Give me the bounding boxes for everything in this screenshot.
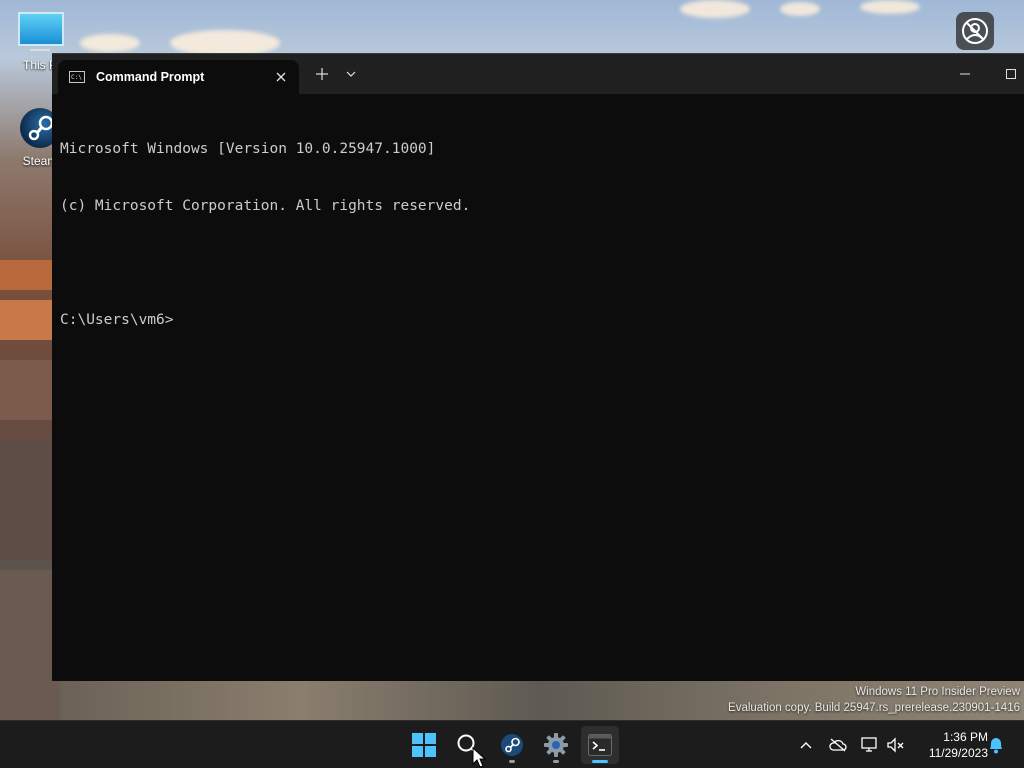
taskbar-app-steam[interactable] [493, 726, 531, 764]
chevron-down-icon [346, 71, 356, 77]
watermark-build: Evaluation copy. Build 25947.rs_prerelea… [728, 702, 1020, 714]
this-pc-icon [18, 12, 64, 56]
cloud-off-icon [829, 738, 847, 752]
windows-logo-icon [412, 733, 436, 757]
tab-close-button[interactable] [271, 67, 291, 87]
canyon-decoration [0, 360, 60, 420]
running-indicator [509, 760, 515, 763]
cloud-decoration [680, 0, 750, 18]
canyon-decoration [0, 440, 60, 560]
tab-command-prompt[interactable]: C:\ Command Prompt [58, 60, 299, 94]
show-hidden-icons-button[interactable] [796, 735, 816, 755]
taskbar-app-terminal[interactable] [581, 726, 619, 764]
gear-icon [544, 733, 568, 757]
canyon-decoration [0, 300, 60, 340]
chevron-up-icon [800, 742, 812, 749]
console-prompt: C:\Users\vm6> [60, 312, 174, 328]
volume-muted-icon [887, 737, 904, 753]
bell-icon [990, 738, 1002, 754]
camera-off-icon [962, 18, 988, 44]
mouse-cursor-icon [472, 747, 486, 768]
console-output[interactable]: Microsoft Windows [Version 10.0.25947.10… [60, 102, 1010, 672]
watermark-edition: Windows 11 Pro Insider Preview [855, 686, 1020, 698]
canyon-decoration [0, 570, 60, 720]
cmd-icon: C:\ [69, 71, 85, 83]
cloud-decoration [860, 0, 920, 14]
network-tray-button[interactable] [860, 735, 880, 755]
notifications-button[interactable] [986, 735, 1006, 755]
minimize-icon [960, 73, 970, 75]
running-indicator [553, 760, 559, 763]
terminal-icon [588, 734, 612, 756]
active-indicator [592, 760, 608, 763]
tab-title: Command Prompt [96, 70, 205, 84]
taskbar-app-settings[interactable] [537, 726, 575, 764]
plus-icon [316, 68, 328, 80]
canyon-decoration [0, 260, 60, 290]
start-button[interactable] [405, 726, 443, 764]
onedrive-tray-button[interactable] [828, 735, 848, 755]
close-icon [276, 72, 286, 82]
console-line: Microsoft Windows [Version 10.0.25947.10… [60, 141, 436, 157]
taskbar-clock[interactable]: 1:36 PM 11/29/2023 [912, 729, 988, 761]
network-icon [861, 737, 877, 752]
cloud-decoration [80, 34, 140, 52]
widgets-button[interactable] [956, 12, 994, 50]
cloud-decoration [780, 2, 820, 16]
minimize-button[interactable] [952, 62, 978, 86]
tab-dropdown-button[interactable] [341, 63, 361, 85]
clock-time: 1:36 PM [943, 730, 988, 744]
new-tab-button[interactable] [311, 63, 333, 85]
steam-icon [501, 734, 523, 756]
taskbar: 1:36 PM 11/29/2023 [0, 720, 1024, 768]
maximize-icon [1006, 69, 1016, 79]
volume-tray-button[interactable] [886, 735, 906, 755]
maximize-button[interactable] [998, 62, 1024, 86]
console-line: (c) Microsoft Corporation. All rights re… [60, 198, 471, 214]
clock-date: 11/29/2023 [928, 746, 988, 760]
title-bar[interactable]: C:\ Command Prompt [52, 54, 1024, 94]
terminal-window[interactable]: C:\ Command Prompt Microsoft Windows [Ve… [52, 53, 1024, 681]
